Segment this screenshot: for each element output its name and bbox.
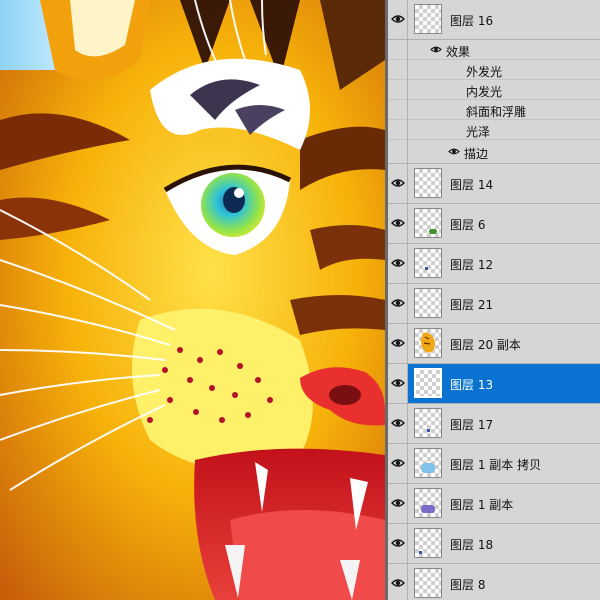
- layer-row-16[interactable]: 图层 16: [388, 0, 600, 40]
- eye-icon[interactable]: [391, 537, 405, 549]
- effect-bevel-emboss[interactable]: 斜面和浮雕: [388, 100, 600, 120]
- effect-eye-cell: [388, 140, 408, 164]
- visibility-toggle[interactable]: [388, 564, 408, 600]
- eye-icon[interactable]: [391, 337, 405, 349]
- layers-panel: 图层 16 效果 外发光 内发光 斜面和浮雕 光泽 描边 图层 14 图层 6 …: [388, 0, 600, 600]
- layer-thumbnail: [414, 568, 442, 598]
- layer-row-21[interactable]: 图层 21: [388, 284, 600, 324]
- layer-name[interactable]: 图层 18: [450, 536, 493, 553]
- effect-outer-glow[interactable]: 外发光: [388, 60, 600, 80]
- visibility-toggle[interactable]: [388, 284, 408, 323]
- layer-name[interactable]: 图层 12: [450, 256, 493, 273]
- layer-thumbnail: [414, 488, 442, 518]
- visibility-toggle[interactable]: [388, 0, 408, 39]
- effect-eye-cell: [388, 80, 408, 100]
- effect-label: 外发光: [466, 65, 503, 79]
- effect-eye-cell: [388, 60, 408, 80]
- layer-thumbnail: [414, 528, 442, 558]
- layer-thumbnail: [414, 248, 442, 278]
- layer-name[interactable]: 图层 20 副本: [450, 336, 521, 353]
- visibility-toggle[interactable]: [388, 364, 408, 403]
- visibility-toggle[interactable]: [388, 204, 408, 243]
- effect-eye-cell: [388, 120, 408, 140]
- layer-thumbnail: [414, 408, 442, 438]
- visibility-toggle[interactable]: [388, 444, 408, 483]
- eye-icon[interactable]: [391, 297, 405, 309]
- teeth-thumb-icon: [421, 463, 435, 473]
- effect-label: 内发光: [466, 85, 503, 99]
- visibility-toggle[interactable]: [388, 164, 408, 203]
- layer-name[interactable]: 图层 1 副本 拷贝: [450, 456, 541, 473]
- effect-eye-cell: [388, 100, 408, 120]
- layer-name[interactable]: 图层 13: [450, 376, 493, 393]
- dot-mark: [427, 429, 430, 432]
- layer-row-12[interactable]: 图层 12: [388, 244, 600, 284]
- layer-row-17[interactable]: 图层 17: [388, 404, 600, 444]
- effects-title: 效果: [446, 45, 471, 59]
- tiger-thumb-icon: [421, 332, 435, 353]
- effect-satin[interactable]: 光泽: [388, 120, 600, 140]
- layer-row-14[interactable]: 图层 14: [388, 164, 600, 204]
- effect-label: 描边: [464, 147, 489, 161]
- eye-icon[interactable]: [430, 45, 442, 54]
- effects-header-row[interactable]: 效果: [388, 40, 600, 60]
- canvas-artwork[interactable]: [0, 0, 385, 600]
- eye-icon[interactable]: [391, 257, 405, 269]
- eye-icon[interactable]: [391, 13, 405, 25]
- layer-row-6[interactable]: 图层 6: [388, 204, 600, 244]
- visibility-toggle[interactable]: [388, 244, 408, 283]
- layer-row-1-copy[interactable]: 图层 1 副本: [388, 484, 600, 524]
- eye-icon[interactable]: [391, 457, 405, 469]
- layer-thumbnail: [414, 168, 442, 198]
- layer-thumbnail: [414, 208, 442, 238]
- visibility-toggle[interactable]: [388, 324, 408, 363]
- layer-name[interactable]: 图层 17: [450, 416, 493, 433]
- layer-name[interactable]: 图层 1 副本: [450, 496, 513, 513]
- layer-row-1-copy-copy[interactable]: 图层 1 副本 拷贝: [388, 444, 600, 484]
- tiger-illustration: [0, 0, 385, 600]
- layer-name[interactable]: 图层 16: [450, 12, 493, 29]
- eye-icon[interactable]: [391, 217, 405, 229]
- layer-row-20-copy[interactable]: 图层 20 副本: [388, 324, 600, 364]
- eye-icon[interactable]: [391, 177, 405, 189]
- layer-thumbnail: [414, 288, 442, 318]
- effect-label: 光泽: [466, 125, 491, 139]
- visibility-toggle[interactable]: [388, 404, 408, 443]
- layer-thumbnail: [414, 4, 442, 34]
- effect-stroke[interactable]: 描边: [388, 140, 600, 164]
- layer-thumbnail: [414, 328, 442, 358]
- visibility-toggle[interactable]: [388, 524, 408, 563]
- layer-name[interactable]: 图层 6: [450, 216, 485, 233]
- eye-icon[interactable]: [391, 417, 405, 429]
- layer-thumbnail: [414, 448, 442, 478]
- dot-mark: [425, 267, 428, 270]
- eye-icon[interactable]: [448, 147, 460, 156]
- layer-name[interactable]: 图层 8: [450, 576, 485, 593]
- effect-label: 斜面和浮雕: [466, 105, 527, 119]
- eye-icon[interactable]: [391, 377, 405, 389]
- effect-inner-glow[interactable]: 内发光: [388, 80, 600, 100]
- layer-row-8[interactable]: 图层 8: [388, 564, 600, 600]
- eye-icon[interactable]: [391, 577, 405, 589]
- layer-row-13[interactable]: 图层 13: [388, 364, 600, 404]
- effects-eye-cell: [388, 40, 408, 60]
- leaf-icon: [429, 229, 437, 234]
- layer-name[interactable]: 图层 14: [450, 176, 493, 193]
- eye-icon[interactable]: [391, 497, 405, 509]
- layer-thumbnail: [414, 368, 442, 398]
- dot-mark: [419, 551, 422, 554]
- teeth-thumb-icon: [421, 505, 435, 513]
- visibility-toggle[interactable]: [388, 484, 408, 523]
- layer-name[interactable]: 图层 21: [450, 296, 493, 313]
- layer-row-18[interactable]: 图层 18: [388, 524, 600, 564]
